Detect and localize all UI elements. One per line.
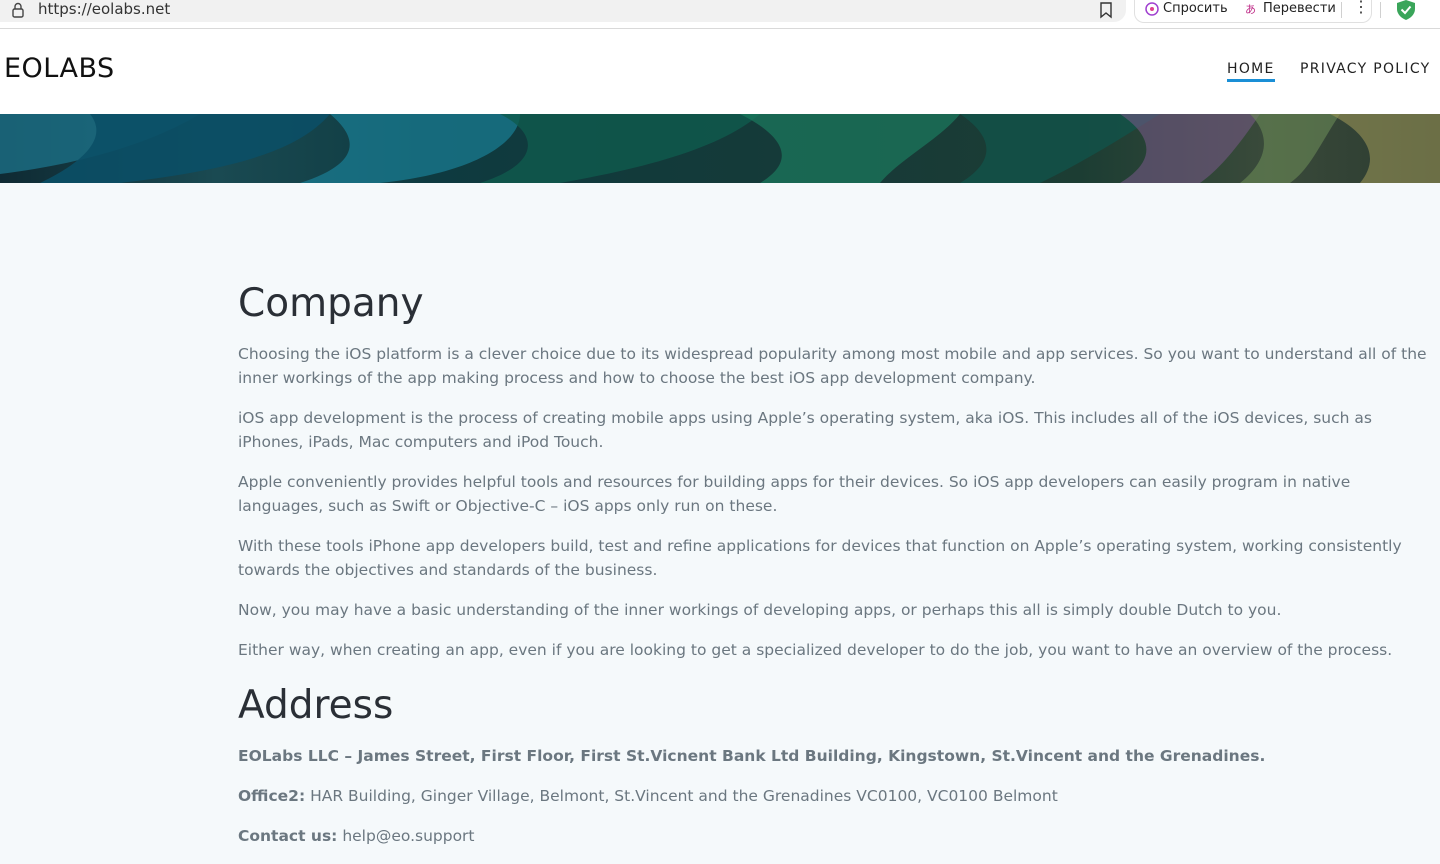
office2-line: Office2: HAR Building, Ginger Village, B… [238, 784, 1440, 808]
browser-toolbar: https://eolabs.net Спросить あ Перевести … [0, 0, 1440, 29]
address-main-line: EOLabs LLC – James Street, First Floor, … [238, 747, 1266, 765]
nav-privacy-policy[interactable]: PRIVACY POLICY [1300, 61, 1431, 77]
company-paragraph: Choosing the iOS platform is a clever ch… [238, 345, 1427, 387]
hero-abstract-shapes [0, 114, 1440, 183]
svg-text:あ: あ [1245, 3, 1256, 16]
active-nav-underline [1227, 79, 1275, 82]
contact-label: Contact us: [238, 827, 338, 845]
assistant-toolbar: Спросить あ Перевести ⋮ [1134, 0, 1372, 23]
more-menu-icon[interactable]: ⋮ [1353, 0, 1369, 16]
address-bar[interactable]: https://eolabs.net [0, 0, 1126, 22]
bookmark-icon[interactable] [1098, 1, 1114, 19]
translate-label: Перевести [1263, 1, 1336, 16]
ask-label: Спросить [1163, 1, 1228, 16]
address-heading: Address [238, 683, 394, 728]
site-logo[interactable]: EOLABS [4, 53, 115, 84]
office2-value: HAR Building, Ginger Village, Belmont, S… [305, 787, 1058, 805]
office2-label: Office2: [238, 787, 306, 805]
company-paragraph: Either way, when creating an app, even i… [238, 641, 1393, 659]
ask-button[interactable]: Спросить [1145, 1, 1228, 17]
nav-home-label: HOME [1227, 61, 1275, 77]
divider [1380, 2, 1381, 18]
company-paragraph: Now, you may have a basic understanding … [238, 601, 1282, 619]
contact-line: Contact us: help@eo.support [238, 824, 1440, 848]
company-paragraph: iOS app development is the process of cr… [238, 409, 1372, 451]
shield-check-icon[interactable] [1395, 0, 1417, 20]
translate-button[interactable]: あ Перевести [1245, 1, 1336, 17]
main-content: Company Choosing the iOS platform is a c… [238, 280, 1440, 864]
lock-icon[interactable] [10, 1, 26, 19]
nav-home[interactable]: HOME [1227, 61, 1275, 82]
company-heading: Company [238, 281, 424, 326]
divider [1341, 2, 1342, 18]
company-paragraph: Apple conveniently provides helpful tool… [238, 473, 1351, 515]
company-paragraph: With these tools iPhone app developers b… [238, 537, 1402, 579]
url-text[interactable]: https://eolabs.net [38, 0, 170, 18]
contact-email-link[interactable]: help@eo.support [337, 827, 474, 845]
site-header: EOLABS HOME PRIVACY POLICY [0, 29, 1440, 114]
translate-icon: あ [1245, 3, 1256, 16]
ai-chat-icon [1145, 2, 1159, 16]
hero-banner-image [0, 114, 1440, 183]
